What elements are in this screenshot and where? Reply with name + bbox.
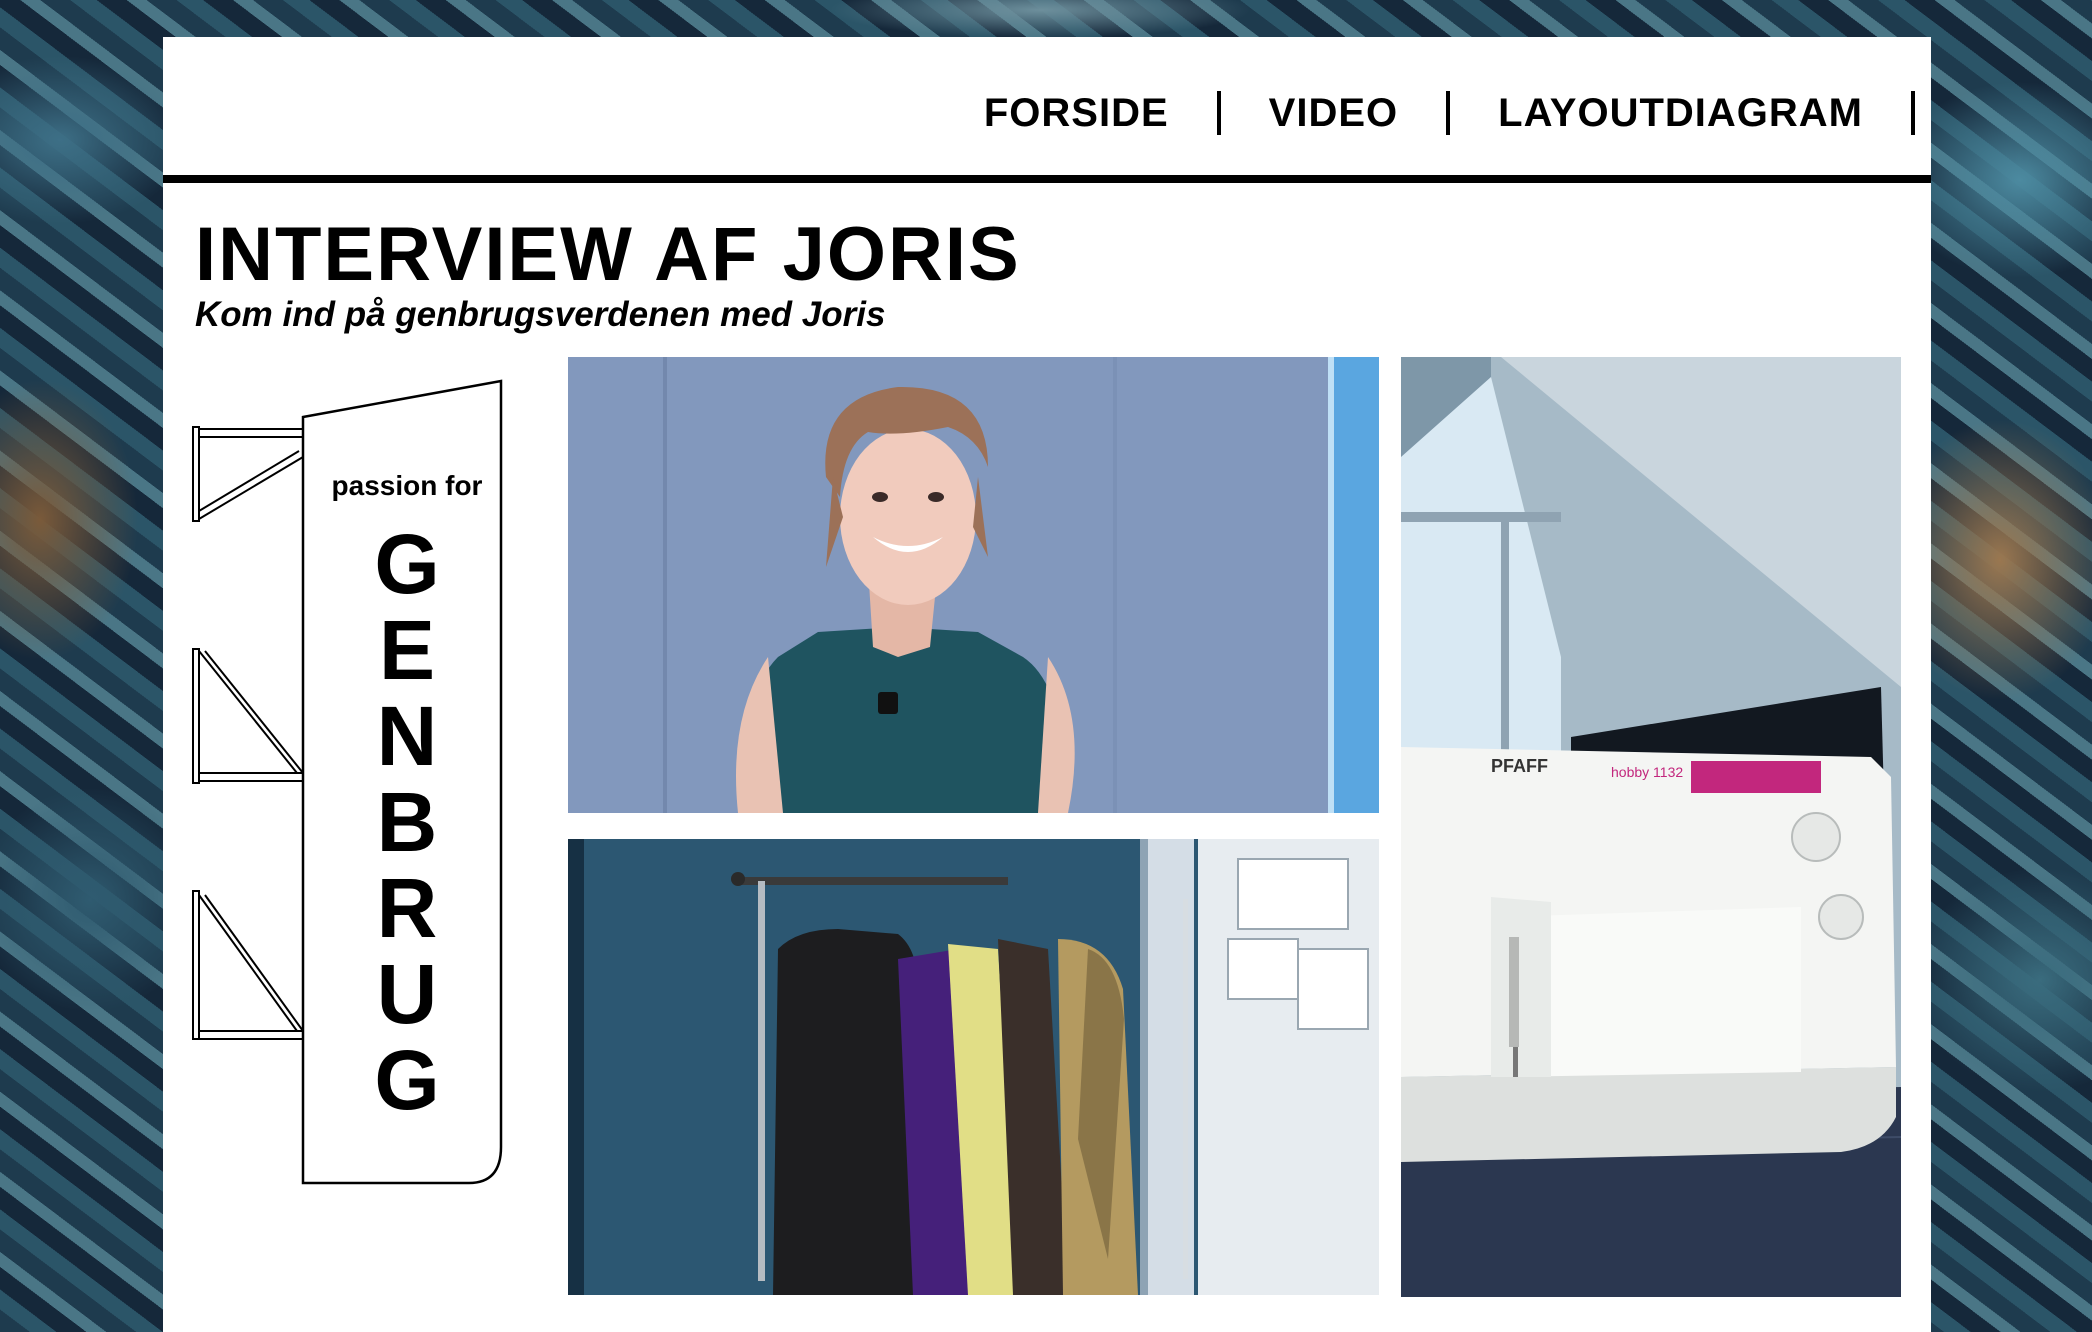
sewing-machine-photo: PFAFF hobby 1132	[1401, 357, 1901, 1297]
portrait-photo	[568, 357, 1379, 813]
page-subtitle: Kom ind på genbrugsverdenen med Joris	[195, 295, 886, 334]
nav-item-video[interactable]: VIDEO	[1221, 91, 1451, 135]
page-title: INTERVIEW AF JORIS	[195, 212, 1021, 297]
logo-letter-r: R	[377, 861, 438, 955]
logo-letter-u: U	[377, 947, 438, 1041]
page-card: FORSIDE VIDEO LAYOUTDIAGRAM INTERVIEW AF…	[163, 37, 1931, 1332]
logo-letter-n: N	[377, 689, 438, 783]
sewing-model-label: hobby 1132	[1611, 764, 1683, 780]
logo-letter-g1: G	[374, 517, 439, 611]
logo-letter-e: E	[379, 603, 435, 697]
header-divider	[163, 175, 1931, 183]
top-navigation: FORSIDE VIDEO LAYOUTDIAGRAM	[936, 85, 1915, 141]
logo-letter-b: B	[377, 775, 438, 869]
nav-item-forside[interactable]: FORSIDE	[936, 91, 1221, 135]
clothing-rack-photo	[568, 839, 1379, 1295]
logo-tagline: passion for	[332, 470, 483, 501]
passion-for-genbrug-logo: passion for G E N B R U G	[192, 379, 503, 1185]
logo-letter-g2: G	[374, 1033, 439, 1127]
sewing-brand-label: PFAFF	[1491, 756, 1548, 776]
nav-item-layoutdiagram[interactable]: LAYOUTDIAGRAM	[1450, 91, 1915, 135]
